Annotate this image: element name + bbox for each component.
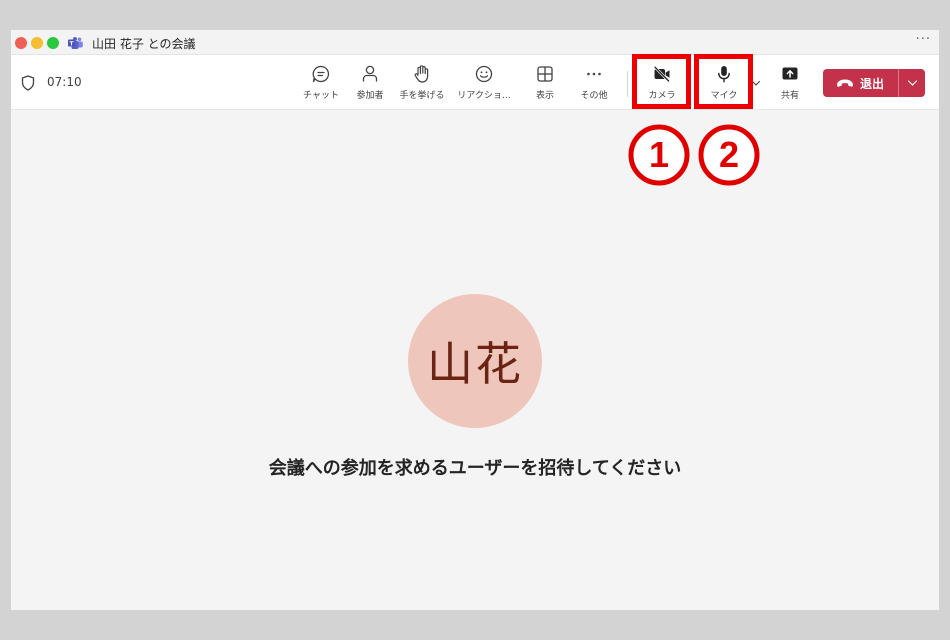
window-title: 山田 花子 との会議 (92, 37, 196, 51)
camera-highlight-box (632, 54, 691, 109)
svg-text:2: 2 (719, 134, 739, 175)
toolbar-divider (627, 71, 628, 97)
chat-label: チャット (303, 91, 339, 101)
leave-label: 退出 (860, 76, 885, 91)
view-label: 表示 (535, 91, 554, 101)
more-label: その他 (580, 91, 608, 101)
share-label: 共有 (780, 91, 799, 101)
participants-label: 参加者 (356, 91, 384, 101)
participants-button[interactable]: 参加者 (351, 64, 389, 104)
ellipsis-icon (587, 72, 601, 76)
share-icon (782, 67, 798, 80)
annotation-badge-2: 2 (697, 123, 761, 187)
people-icon (362, 65, 378, 82)
shield-icon[interactable] (21, 75, 35, 91)
reactions-label: リアクショ... (457, 91, 511, 101)
invite-message: 会議への参加を求めるユーザーを招待してください (268, 458, 682, 479)
more-button[interactable]: その他 (575, 64, 613, 104)
teams-logo-icon (68, 37, 83, 49)
meeting-toolbar: 07:10 チャット 参加者 手を挙げる リアクショ... 表示 その他 カメラ… (11, 55, 939, 110)
window-more-icon[interactable]: ··· (916, 32, 931, 47)
mic-highlight-box (694, 54, 753, 109)
chat-button[interactable]: チャット (299, 64, 343, 104)
grid-icon (537, 66, 553, 82)
svg-text:1: 1 (649, 134, 669, 175)
chevron-down-icon (907, 80, 917, 86)
raise-hand-label: 手を挙げる (399, 91, 445, 101)
meeting-timer: 07:10 (47, 75, 82, 89)
avatar-initials: 山花 (427, 337, 523, 391)
zoom-window-button[interactable] (47, 37, 59, 49)
leave-main-button[interactable]: 退出 (823, 69, 899, 97)
leave-options-button[interactable] (899, 69, 925, 97)
view-button[interactable]: 表示 (529, 64, 561, 104)
participant-avatar: 山花 (408, 294, 542, 428)
share-button[interactable]: 共有 (775, 64, 805, 104)
leave-button[interactable]: 退出 (823, 69, 925, 97)
chat-icon (312, 65, 330, 83)
meeting-window: 山田 花子 との会議 ··· 07:10 チャット 参加者 手を挙げる リアクシ… (11, 30, 939, 610)
minimize-window-button[interactable] (31, 37, 43, 49)
emoji-icon (475, 65, 493, 83)
close-window-button[interactable] (15, 37, 27, 49)
hand-icon (414, 65, 429, 83)
phone-hangup-icon (837, 79, 853, 87)
reactions-button[interactable]: リアクショ... (455, 64, 513, 104)
title-bar: 山田 花子 との会議 ··· (11, 30, 939, 55)
annotation-badge-1: 1 (627, 123, 691, 187)
raise-hand-button[interactable]: 手を挙げる (397, 64, 447, 104)
